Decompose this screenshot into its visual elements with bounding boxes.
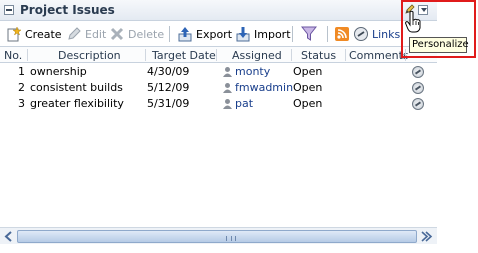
import-button[interactable]: Import — [235, 25, 291, 43]
project-issues-panel: Project Issues Create Edit Delete Export… — [0, 0, 437, 244]
column-divider — [216, 49, 217, 61]
column-divider — [145, 49, 146, 61]
row-number: 1 — [18, 65, 25, 78]
user-icon — [223, 67, 232, 77]
filter-funnel-icon[interactable] — [301, 25, 317, 43]
row-target-date: 5/31/09 — [147, 97, 190, 110]
links-label: Links — [372, 27, 401, 41]
row-description: consistent builds — [30, 81, 123, 94]
column-header-status[interactable]: Status — [301, 49, 336, 62]
column-divider — [345, 49, 346, 61]
export-icon — [178, 27, 192, 42]
row-action-icon[interactable] — [412, 66, 424, 78]
user-icon — [223, 99, 232, 109]
edit-button[interactable]: Edit — [66, 25, 106, 43]
table-row[interactable]: 2 consistent builds 5/12/09 fmwadmin Ope… — [0, 80, 437, 96]
panel-header: Project Issues — [0, 0, 437, 21]
import-label: Import — [254, 27, 291, 41]
panel-title: Project Issues — [20, 3, 115, 17]
scroll-right-arrow-icon[interactable] — [419, 230, 433, 243]
table-row[interactable]: 3 greater flexibility 5/31/09 pat Open — [0, 96, 437, 112]
row-action-icon[interactable] — [412, 82, 424, 94]
edit-label: Edit — [85, 27, 107, 41]
row-target-date: 4/30/09 — [147, 65, 190, 78]
column-header-assigned[interactable]: Assigned — [232, 49, 282, 62]
toolbar-divider — [169, 26, 170, 42]
create-label: Create — [25, 27, 62, 41]
scrollbar-grip-icon — [226, 236, 236, 241]
create-icon — [7, 26, 22, 42]
row-number: 2 — [18, 81, 25, 94]
row-description: ownership — [30, 65, 87, 78]
column-header-comments[interactable]: Comments — [349, 49, 409, 62]
create-button[interactable]: Create — [6, 25, 62, 43]
export-label: Export — [196, 27, 233, 41]
row-assigned[interactable]: pat — [222, 97, 253, 110]
row-assigned[interactable]: fmwadmin — [222, 81, 293, 94]
row-target-date: 5/12/09 — [147, 81, 190, 94]
row-assigned[interactable]: monty — [222, 65, 270, 78]
assigned-user-link[interactable]: monty — [235, 65, 270, 78]
rss-feed-icon — [335, 27, 349, 41]
export-button[interactable]: Export — [177, 25, 232, 43]
assigned-user-link[interactable]: pat — [235, 97, 253, 110]
edit-pencil-icon — [68, 27, 81, 40]
table-header-row: No. Description Target Date Assigned Sta… — [0, 46, 437, 63]
highlight-box — [401, 0, 476, 58]
column-divider — [291, 49, 292, 61]
row-status: Open — [293, 97, 323, 110]
delete-x-icon — [110, 27, 124, 41]
row-status: Open — [293, 81, 323, 94]
horizontal-scrollbar[interactable] — [0, 227, 437, 244]
links-icon — [354, 27, 368, 41]
scroll-left-arrow-icon[interactable] — [2, 230, 16, 243]
row-action-icon[interactable] — [412, 98, 424, 110]
row-description: greater flexibility — [30, 97, 124, 110]
column-header-no[interactable]: No. — [4, 49, 22, 62]
row-number: 3 — [18, 97, 25, 110]
row-status: Open — [293, 65, 323, 78]
collapse-icon[interactable] — [4, 5, 14, 15]
import-icon — [236, 27, 250, 42]
column-divider — [27, 49, 28, 61]
scrollbar-thumb[interactable] — [17, 230, 417, 243]
toolbar: Create Edit Delete Export Import Links — [0, 23, 437, 45]
column-header-target-date[interactable]: Target Date — [152, 49, 216, 62]
table-row[interactable]: 1 ownership 4/30/09 monty Open — [0, 64, 437, 80]
user-icon — [223, 83, 232, 93]
column-header-description[interactable]: Description — [58, 49, 121, 62]
delete-label: Delete — [128, 27, 165, 41]
assigned-user-link[interactable]: fmwadmin — [235, 81, 293, 94]
delete-button[interactable]: Delete — [109, 25, 164, 43]
links-button[interactable]: Links — [334, 25, 400, 43]
toolbar-divider — [292, 26, 293, 42]
toolbar-divider — [327, 26, 328, 42]
